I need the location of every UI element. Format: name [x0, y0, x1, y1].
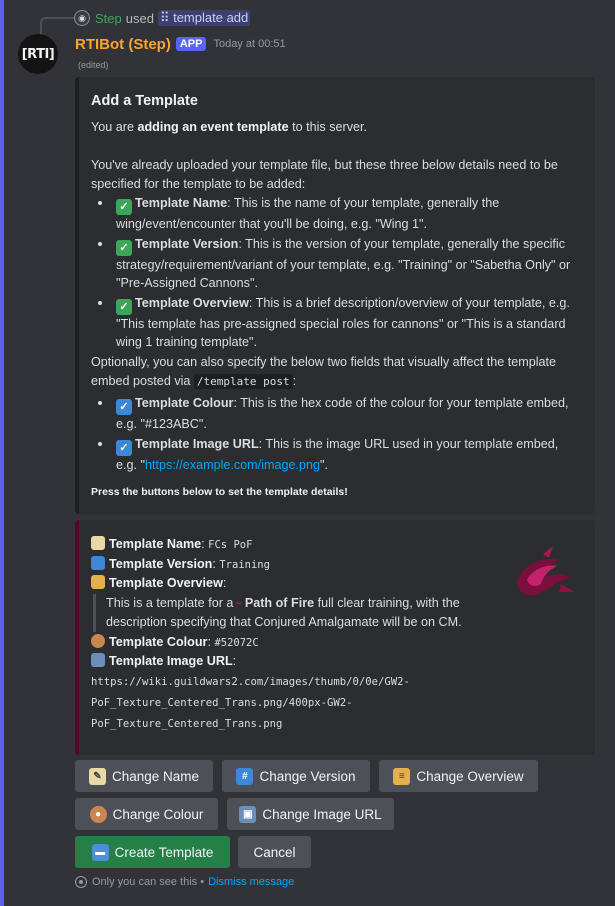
- reply-avatar-icon: ◉: [74, 10, 90, 26]
- example-link[interactable]: https://example.com/image.png: [145, 458, 320, 472]
- slash-command-icon: ⠿: [159, 10, 174, 25]
- message-timestamp[interactable]: Today at 00:51: [213, 38, 285, 50]
- edited-label: (edited): [78, 60, 109, 70]
- inline-code: /template post: [193, 374, 293, 389]
- reply-username[interactable]: Step: [95, 11, 122, 26]
- check-mark-icon: ✓: [116, 199, 132, 215]
- eye-icon: [75, 876, 87, 888]
- dismiss-message-link[interactable]: Dismiss message: [208, 876, 294, 888]
- embed-footer: Press the buttons below to set the templ…: [91, 486, 348, 498]
- preview-image-row: Template Image URL:: [91, 652, 475, 671]
- palette-icon: ●: [89, 805, 107, 823]
- mention-highlight-bar: [0, 0, 4, 906]
- embed-title: Add a Template: [91, 93, 198, 109]
- input-numbers-icon: #: [236, 767, 254, 785]
- preview-image-url: https://wiki.guildwars2.com/images/thumb…: [91, 675, 410, 730]
- avatar-text: [RTI]: [21, 46, 55, 62]
- preview-colour-row: Template Colour: #52072C: [91, 633, 475, 653]
- change-colour-button[interactable]: ● Change Colour: [75, 798, 218, 830]
- create-template-button[interactable]: ▬ Create Template: [75, 836, 230, 868]
- embed-optional-intro: Optionally, you can also specify the bel…: [91, 355, 557, 389]
- template-preview-embed: Template Name: FCs PoF Template Version:…: [75, 520, 595, 755]
- framed-picture-icon: [91, 653, 105, 667]
- scroll-icon: [91, 575, 105, 589]
- preview-name-row: Template Name: FCs PoF: [91, 535, 475, 555]
- ephemeral-note: Only you can see this • Dismiss message: [75, 876, 294, 888]
- preview-version-row: Template Version: Training: [91, 555, 475, 575]
- reply-action: used: [125, 10, 154, 26]
- preview-overview-row: Template Overview:: [91, 574, 475, 593]
- required-fields-list: ✓ Template Name: This is the name of your…: [91, 194, 579, 351]
- cancel-button[interactable]: Cancel: [238, 836, 311, 868]
- check-mark-icon: ✓: [116, 240, 132, 256]
- change-name-button[interactable]: ✎ Change Name: [75, 760, 213, 792]
- bot-avatar[interactable]: [RTI]: [18, 34, 58, 74]
- message-header: RTIBot (Step) APP Today at 00:51: [75, 34, 286, 54]
- input-numbers-icon: [91, 555, 105, 570]
- app-badge: APP: [175, 37, 207, 51]
- memo-icon: [91, 536, 105, 550]
- change-overview-button[interactable]: ≡ Change Overview: [379, 760, 538, 792]
- list-item: ✓ Template Version: This is the version o…: [91, 235, 579, 292]
- change-image-url-button[interactable]: ▣ Change Image URL: [227, 798, 394, 830]
- palette-icon: [91, 633, 105, 648]
- change-version-button[interactable]: # Change Version: [222, 760, 370, 792]
- list-item: ✓ Template Image URL: This is the image U…: [91, 435, 579, 474]
- reply-context[interactable]: ◉ Step used ⠿ template add: [74, 9, 251, 27]
- reply-connector: [40, 17, 74, 35]
- embed-intro: You are adding an event template to this…: [91, 120, 368, 134]
- path-of-fire-thumbnail[interactable]: [499, 542, 579, 606]
- embed-required-intro: You've already uploaded your template fi…: [91, 158, 558, 191]
- optional-fields-list: ✓ Template Colour: This is the hex code o…: [91, 394, 579, 474]
- folder-icon: ▬: [91, 843, 109, 861]
- path-of-fire-emoji-icon: ~: [235, 597, 242, 610]
- add-template-embed: Add a Template You are adding an event t…: [75, 77, 595, 514]
- check-mark-icon: ✓: [116, 299, 132, 315]
- list-item: ✓ Template Colour: This is the hex code o…: [91, 394, 579, 433]
- list-item: ✓ Template Name: This is the name of your…: [91, 194, 579, 233]
- check-box-icon: ✓: [116, 440, 132, 456]
- check-box-icon: ✓: [116, 399, 132, 415]
- reply-command[interactable]: ⠿ template add: [157, 10, 251, 26]
- framed-picture-icon: ▣: [239, 805, 257, 823]
- memo-icon: ✎: [88, 767, 106, 785]
- author-name[interactable]: RTIBot (Step): [75, 36, 171, 53]
- scroll-icon: ≡: [393, 767, 411, 785]
- list-item: ✓ Template Overview: This is a brief desc…: [91, 294, 579, 351]
- preview-overview-quote: This is a template for a ~ Path of Fire fu…: [93, 593, 476, 632]
